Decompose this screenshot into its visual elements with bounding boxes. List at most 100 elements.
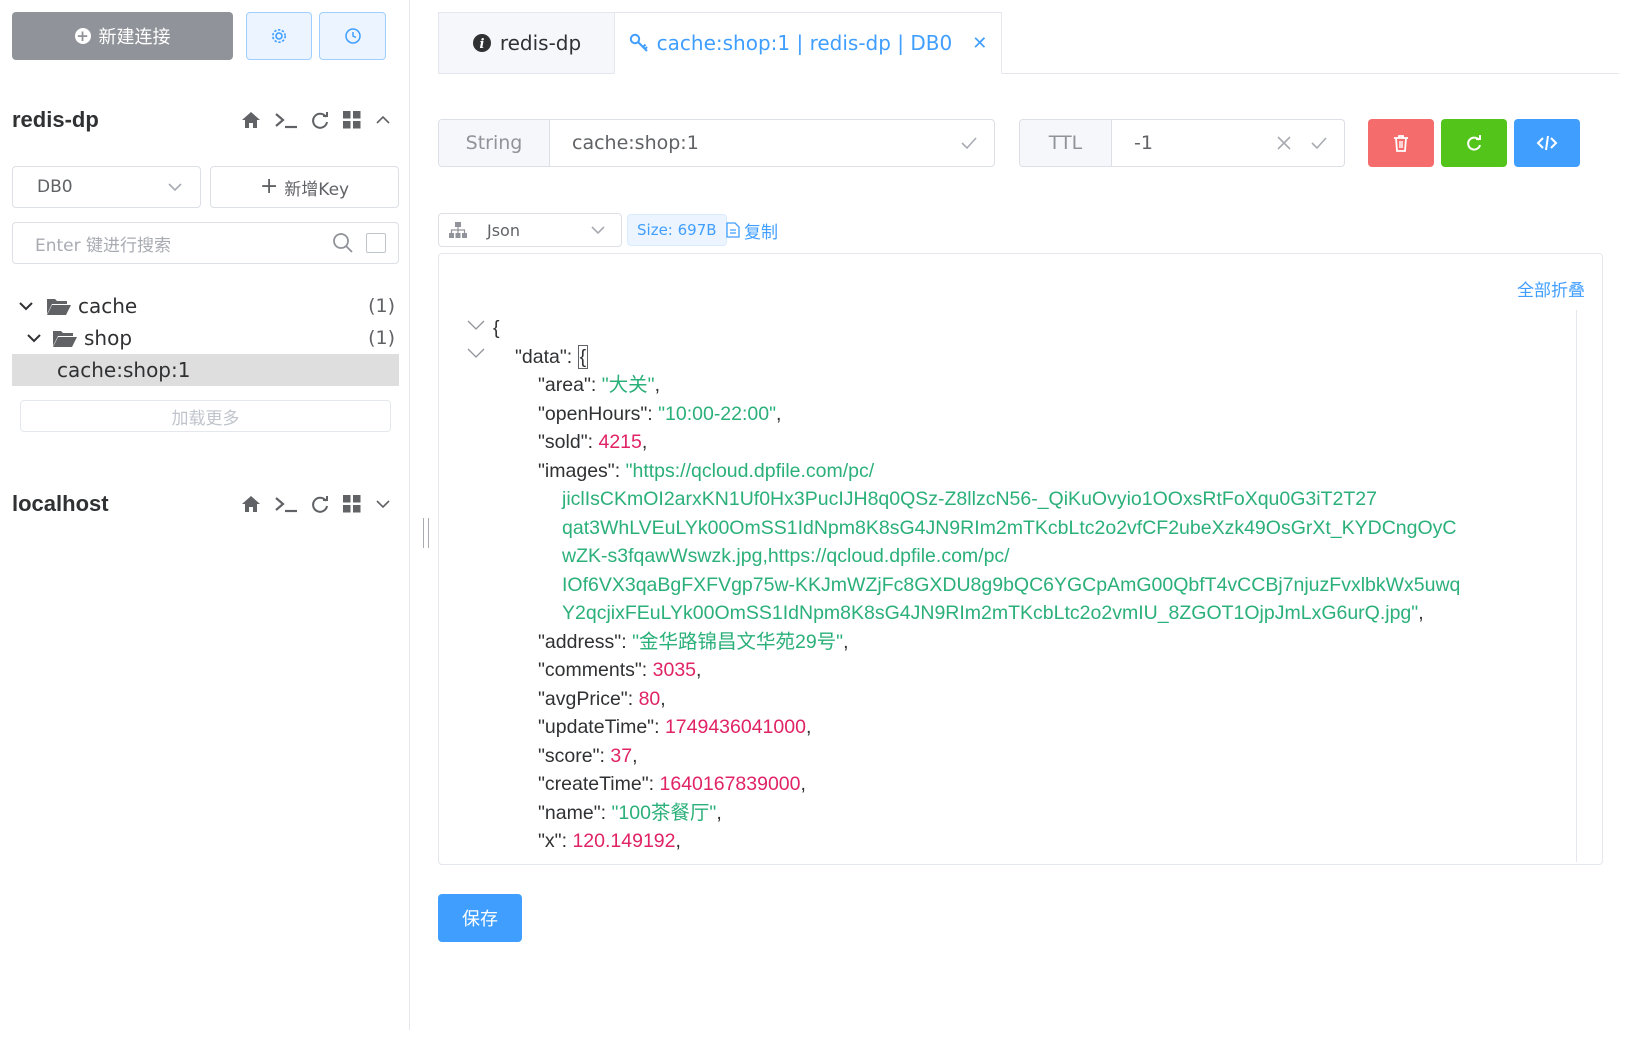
format-select[interactable]: Json bbox=[438, 213, 622, 247]
code-line: "data": { bbox=[515, 344, 589, 369]
code-line: "score": 37, bbox=[538, 744, 638, 767]
tree-count: (1) bbox=[368, 295, 395, 317]
key-name-group: String cache:shop:1 bbox=[438, 119, 995, 167]
settings-button[interactable] bbox=[246, 12, 312, 60]
tree-count: (1) bbox=[368, 327, 395, 349]
plus-circle-icon: + bbox=[74, 27, 91, 45]
code-line: "updateTime": 1749436041000, bbox=[538, 716, 812, 738]
chevron-down-icon bbox=[168, 183, 182, 192]
tab-label: cache:shop:1 | redis-dp | DB0 bbox=[656, 31, 953, 55]
tree-label: cache bbox=[78, 294, 138, 318]
tree-folder-cache[interactable]: cache (1) bbox=[12, 290, 399, 322]
terminal-icon[interactable] bbox=[274, 494, 298, 514]
chevron-up-icon[interactable] bbox=[374, 111, 392, 129]
tree-folder-shop[interactable]: shop (1) bbox=[12, 322, 399, 354]
code-line: { bbox=[493, 317, 500, 339]
collapse-all-button[interactable]: 全部折叠 bbox=[1517, 276, 1585, 301]
code-line: "comments": 3035, bbox=[538, 659, 702, 681]
exact-match-checkbox[interactable] bbox=[366, 233, 386, 253]
code-line: "avgPrice": 80, bbox=[538, 687, 666, 710]
delete-key-button[interactable] bbox=[1368, 119, 1434, 167]
save-button[interactable]: 保存 bbox=[438, 894, 522, 942]
load-more-label: 加载更多 bbox=[171, 408, 240, 429]
size-badge: Size: 697B bbox=[627, 214, 727, 246]
code-line: "openHours": "10:00-22:00", bbox=[538, 402, 782, 425]
editor-scrollbar[interactable] bbox=[1576, 310, 1577, 862]
history-button[interactable] bbox=[319, 12, 386, 60]
sidebar: + 新建连接 redis-dp DB0 + 新增Key Enter 键进行搜索 bbox=[0, 0, 410, 1042]
code-line: jiclIsCKmOI2arxKN1Uf0Hx3PucIJH8q0QSz-Z8l… bbox=[562, 488, 1377, 510]
ttl-group: TTL -1 bbox=[1019, 119, 1345, 167]
key-name-input[interactable]: cache:shop:1 bbox=[550, 120, 960, 166]
folder-open-icon bbox=[47, 299, 71, 315]
tab-key-detail[interactable]: cache:shop:1 | redis-dp | DB0 ✕ bbox=[614, 12, 1002, 74]
search-icon[interactable] bbox=[332, 232, 354, 254]
svg-text:i: i bbox=[479, 37, 484, 52]
json-editor[interactable]: 全部折叠 { "data": { "area": "大关", "openHour… bbox=[438, 253, 1603, 865]
code-line: wZK-s3fqawWswzk.jpg,https://qcloud.dpfil… bbox=[562, 545, 1010, 567]
trash-icon bbox=[1394, 135, 1408, 152]
grid-icon[interactable] bbox=[342, 110, 362, 130]
check-icon[interactable] bbox=[1310, 134, 1328, 152]
home-icon[interactable] bbox=[240, 494, 262, 514]
code-line: qat3WhLVEuLYk00OmSS1IdNpm8K8sG4JN9RIm2mT… bbox=[562, 516, 1457, 539]
chevron-down-icon[interactable] bbox=[18, 298, 34, 314]
connection-name[interactable]: localhost bbox=[12, 491, 109, 517]
fold-chevron-icon[interactable] bbox=[467, 318, 485, 332]
copy-button[interactable]: 复制 bbox=[726, 214, 778, 246]
copy-label: 复制 bbox=[744, 222, 778, 243]
code-line: IOf6VX3qaBgFXFVgp75w-KKJmWZjFc8GXDU8g9bQ… bbox=[562, 573, 1461, 596]
chevron-down-icon[interactable] bbox=[374, 495, 392, 513]
resize-handle[interactable] bbox=[423, 518, 429, 548]
search-placeholder: Enter 键进行搜索 bbox=[35, 235, 172, 256]
new-connection-label: 新建连接 bbox=[98, 27, 171, 48]
ttl-label: TTL bbox=[1020, 120, 1112, 166]
close-icon[interactable]: ✕ bbox=[972, 33, 987, 54]
code-line: "area": "大关", bbox=[538, 374, 660, 396]
code-icon bbox=[1536, 135, 1558, 151]
document-icon bbox=[726, 222, 740, 238]
tree-label: cache:shop:1 bbox=[57, 358, 191, 382]
refresh-key-button[interactable] bbox=[1441, 119, 1507, 167]
grid-icon[interactable] bbox=[342, 494, 362, 514]
key-search-input[interactable]: Enter 键进行搜索 bbox=[12, 222, 399, 264]
new-connection-button[interactable]: + 新建连接 bbox=[12, 12, 233, 60]
tree-label: shop bbox=[84, 326, 133, 350]
code-line: Y2qcjixFEuLYk00OmSS1IdNpm8K8sG4JN9RIm2mT… bbox=[562, 602, 1424, 624]
terminal-icon[interactable] bbox=[274, 110, 298, 130]
add-key-button[interactable]: + 新增Key bbox=[210, 166, 399, 208]
connection-toolbar bbox=[240, 110, 392, 130]
home-icon[interactable] bbox=[240, 110, 262, 130]
refresh-icon bbox=[1467, 135, 1481, 151]
ttl-input[interactable]: -1 bbox=[1112, 120, 1276, 166]
chevron-down-icon bbox=[591, 226, 605, 235]
gear-icon bbox=[272, 29, 286, 43]
code-line: "address": "金华路锦昌文华苑29号", bbox=[538, 630, 849, 653]
connection-toolbar bbox=[240, 494, 392, 514]
chevron-down-icon[interactable] bbox=[26, 330, 42, 346]
refresh-icon[interactable] bbox=[310, 110, 330, 130]
check-icon[interactable] bbox=[960, 134, 978, 152]
db-select[interactable]: DB0 bbox=[12, 166, 201, 208]
add-key-label: 新增Key bbox=[284, 179, 350, 200]
key-type-label: String bbox=[439, 120, 550, 166]
code-view-button[interactable] bbox=[1514, 119, 1580, 167]
code-line: "images": "https://qcloud.dpfile.com/pc/ bbox=[538, 459, 875, 482]
fold-chevron-icon[interactable] bbox=[467, 346, 485, 360]
tab-bar: i redis-dp cache:shop:1 | redis-dp | DB0… bbox=[438, 12, 1619, 74]
load-more-button[interactable]: 加载更多 bbox=[20, 400, 391, 432]
plus-icon: + bbox=[259, 174, 279, 199]
code-line: "createTime": 1640167839000, bbox=[538, 773, 806, 795]
format-value: Json bbox=[487, 220, 520, 240]
refresh-icon[interactable] bbox=[310, 494, 330, 514]
clear-icon[interactable] bbox=[1276, 135, 1292, 151]
tree-key-cache-shop-1[interactable]: cache:shop:1 bbox=[12, 354, 399, 386]
sitemap-icon bbox=[449, 222, 467, 238]
connection-name[interactable]: redis-dp bbox=[12, 107, 99, 133]
tab-connection-info[interactable]: i redis-dp bbox=[438, 12, 614, 74]
clock-icon bbox=[344, 28, 361, 44]
json-code: { "data": { "area": "大关", "openHours": "… bbox=[493, 314, 1573, 856]
folder-open-icon bbox=[53, 331, 77, 347]
info-icon: i bbox=[472, 34, 491, 52]
key-icon bbox=[629, 33, 648, 52]
